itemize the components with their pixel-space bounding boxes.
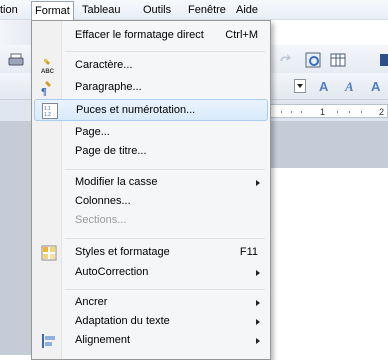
- menu-tools-partial[interactable]: tion: [0, 3, 18, 18]
- italic-icon[interactable]: A: [344, 79, 358, 93]
- submenu-arrow-icon: [256, 338, 260, 344]
- document-page[interactable]: [268, 168, 388, 355]
- underline-icon[interactable]: A: [370, 79, 384, 93]
- navigator-icon[interactable]: [305, 52, 321, 68]
- menu-separator: [65, 51, 265, 52]
- menu-item-label: Alignement: [75, 334, 131, 346]
- menu-separator: [65, 289, 265, 290]
- alignment-icon: [42, 334, 55, 348]
- menu-item-label: Page...: [75, 126, 110, 138]
- menu-item-paragraph[interactable]: ¶ Paragraphe...: [34, 77, 268, 99]
- submenu-arrow-icon: [256, 180, 260, 186]
- toolbar-overflow-icon[interactable]: [380, 52, 388, 68]
- menu-item-shortcut: Ctrl+M: [225, 29, 258, 41]
- character-icon: ABC: [41, 59, 55, 74]
- menu-item-label: Styles et formatage: [75, 246, 170, 258]
- menu-bar: tion Format Tableau Outils Fenêtre Aide: [0, 0, 388, 20]
- svg-text:¶: ¶: [41, 86, 47, 96]
- submenu-arrow-icon: [256, 300, 260, 306]
- svg-text:1.2: 1.2: [44, 112, 51, 118]
- svg-text:A: A: [319, 79, 329, 93]
- menu-item-bullets-numbering[interactable]: 1.1 1.2 Puces et numérotation...: [34, 99, 268, 121]
- dropdown-arrow-icon[interactable]: [294, 79, 306, 93]
- menu-item-label: Adaptation du texte: [75, 315, 170, 327]
- menu-item-styles-formatting[interactable]: Styles et formatage F11: [34, 242, 268, 264]
- redo-icon[interactable]: [278, 52, 292, 66]
- menu-item-label: Modifier la casse: [75, 176, 158, 188]
- menu-item-label: AutoCorrection: [75, 266, 149, 278]
- menu-item-label: Ancrer: [75, 296, 108, 308]
- menu-format[interactable]: Format: [31, 1, 74, 20]
- styles-formatting-icon: [41, 245, 57, 261]
- menu-item-title-page[interactable]: Page de titre...: [34, 141, 268, 163]
- paragraph-icon: ¶: [41, 81, 51, 96]
- menu-item-label: Paragraphe...: [75, 81, 142, 93]
- ruler-strip: 1 2: [270, 104, 388, 118]
- menu-table[interactable]: Tableau: [82, 3, 121, 18]
- menu-item-character[interactable]: ABC Caractère...: [34, 55, 268, 77]
- svg-text:ABC: ABC: [41, 69, 55, 74]
- svg-text:A: A: [344, 79, 354, 93]
- ruler-number: 1: [320, 107, 326, 117]
- ruler-number: 2: [379, 107, 385, 117]
- menu-item-label: Page de titre...: [75, 145, 147, 157]
- bullets-numbering-icon: 1.1 1.2: [42, 103, 58, 119]
- menu-item-sections: Sections...: [34, 210, 268, 232]
- menu-window[interactable]: Fenêtre: [188, 3, 226, 18]
- table-icon[interactable]: [330, 52, 346, 68]
- menu-item-autocorrect[interactable]: AutoCorrection: [34, 262, 268, 284]
- submenu-arrow-icon: [256, 319, 260, 325]
- print-icon[interactable]: [8, 52, 24, 68]
- menu-tools[interactable]: Outils: [143, 3, 171, 18]
- menu-item-shortcut: F11: [239, 246, 258, 258]
- menu-item-label: Effacer le formatage direct: [75, 29, 204, 41]
- menu-help[interactable]: Aide: [236, 3, 258, 18]
- menu-separator: [65, 238, 265, 239]
- menu-item-clear-direct-formatting[interactable]: Effacer le formatage direct Ctrl+M: [34, 25, 268, 47]
- bold-icon[interactable]: A: [318, 79, 332, 93]
- format-menu: Effacer le formatage direct Ctrl+M ABC C…: [31, 20, 271, 360]
- menu-item-label: Puces et numérotation...: [76, 104, 196, 116]
- svg-text:A: A: [371, 79, 381, 93]
- menu-item-label: Sections...: [75, 214, 127, 226]
- menu-item-alignment[interactable]: Alignement: [34, 330, 268, 352]
- submenu-arrow-icon: [256, 270, 260, 276]
- menu-separator: [65, 169, 265, 170]
- menu-item-label: Colonnes...: [75, 195, 131, 207]
- menu-item-label: Caractère...: [75, 59, 133, 71]
